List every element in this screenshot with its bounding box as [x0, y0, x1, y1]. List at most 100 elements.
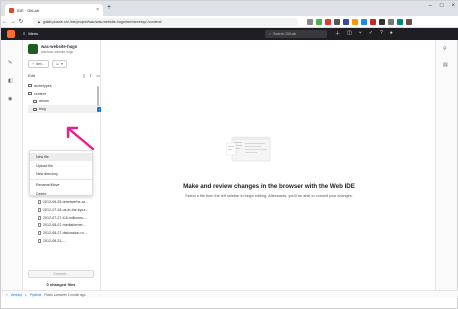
tree-file[interactable]: 2012-08-07-mediaformer...: [28, 222, 102, 230]
new-folder-icon[interactable]: ▭: [96, 73, 100, 78]
address-bar-row: ← → ↻ 🔒︎ gitlab.puzzle.ch/-/ide/project/…: [1, 16, 458, 28]
folder-icon: [33, 99, 37, 103]
new-tab-button[interactable]: +: [107, 4, 111, 11]
tree-folder-archetypes[interactable]: archetypes: [28, 82, 102, 90]
url-text: gitlab.puzzle.ch/-/ide/project/wac/wac-w…: [42, 20, 162, 24]
commit-button[interactable]: Commit...: [28, 270, 94, 278]
extension-icon[interactable]: [370, 19, 376, 25]
extension-icon[interactable]: [316, 19, 322, 25]
branch-icon: ⑂: [6, 292, 8, 297]
tree-file[interactable]: 2012-07-18-us-in-the-bycz...: [28, 206, 102, 214]
project-header[interactable]: wac-website-hugo wac/wac-website-hugo: [28, 44, 77, 54]
preview-icon[interactable]: ▤: [443, 62, 448, 68]
status-branch[interactable]: develop: [11, 293, 22, 297]
help-icon[interactable]: ?: [380, 30, 383, 37]
extension-icon[interactable]: [307, 19, 313, 25]
extension-icon[interactable]: [379, 19, 385, 25]
tree-folder-blog[interactable]: blog ⋮: [28, 105, 102, 114]
extension-icon[interactable]: [361, 19, 367, 25]
file-icon: [38, 231, 41, 236]
tree-file-label: 2012-07-27-6-6-milliones-...: [43, 215, 88, 220]
context-new-file[interactable]: New file: [30, 153, 92, 162]
file-icon: [38, 207, 41, 212]
tree-file[interactable]: 2012-08-31-...: [28, 237, 102, 245]
menu-button[interactable]: ≡ Menu: [23, 31, 38, 36]
edit-mode-icon[interactable]: ✎: [8, 60, 12, 66]
context-rename-move[interactable]: Rename/Move: [30, 181, 92, 189]
status-commit-info: Flavio Loescher 1 month ago: [44, 292, 86, 297]
forward-icon[interactable]: →: [9, 19, 17, 25]
maximize-icon[interactable]: □: [440, 3, 444, 9]
tree-item-label: content: [34, 91, 46, 96]
tree-file[interactable]: 2012-06-25-retreiwerhe-ar...: [28, 198, 102, 206]
status-bar: ⑂ develop ◐ Pipeline Flavio Loescher 1 m…: [1, 290, 458, 298]
extension-icon[interactable]: [388, 19, 394, 25]
merge-request-icon[interactable]: ⑂: [359, 30, 362, 37]
search-input[interactable]: ⌕ Search GitLab: [265, 30, 327, 38]
gitlab-top-nav: ≡ Menu ⌕ Search GitLab ＋ ◫ ⑂ ✓ ? ●: [1, 28, 458, 40]
pipeline-icon[interactable]: ⚲: [443, 46, 447, 52]
activity-bar: ✎ ◧ ◉: [1, 40, 23, 290]
gitlab-logo-icon[interactable]: [7, 30, 15, 38]
project-avatar: [28, 44, 38, 54]
lock-icon: 🔒︎: [38, 20, 40, 24]
search-icon: ⌕: [269, 32, 272, 36]
context-menu: New file Upload file New directory Renam…: [29, 150, 93, 196]
back-icon[interactable]: ←: [1, 19, 9, 25]
tree-item-label: alnum: [39, 99, 49, 104]
commit-icon[interactable]: ◉: [8, 96, 12, 102]
window-controls: – □ ×: [429, 3, 455, 9]
changed-files-count: 0 changed files: [46, 282, 76, 287]
editor-area: Make and review changes in the browser w…: [101, 40, 437, 290]
issues-icon[interactable]: ◫: [347, 30, 352, 37]
user-avatar-icon[interactable]: ●: [390, 30, 393, 37]
pointer-arrow-annotation: [66, 126, 95, 151]
extension-icon[interactable]: [325, 19, 331, 25]
project-subtitle: wac/wac-website-hugo: [41, 50, 74, 54]
status-pipeline[interactable]: Pipeline: [30, 293, 41, 297]
tree-file[interactable]: 2012-08-27-diskussion-ru...: [28, 229, 102, 237]
file-icon: [38, 223, 41, 228]
browser-tab[interactable]: IDE · GitLab ×: [5, 4, 103, 16]
context-new-directory[interactable]: New directory: [30, 170, 92, 178]
context-delete[interactable]: Delete: [30, 190, 92, 198]
extension-icon[interactable]: [343, 19, 349, 25]
folder-open-icon: [28, 92, 32, 96]
reload-icon[interactable]: ↻: [17, 18, 25, 25]
plus-icon[interactable]: ＋: [335, 30, 340, 37]
branch-label: dev...: [36, 62, 45, 66]
folder-icon: [28, 84, 32, 88]
tree-item-label: archetypes: [34, 83, 52, 88]
gitlab-favicon-icon: [9, 7, 14, 13]
tree-file[interactable]: 2012-07-27-6-6-milliones-...: [28, 214, 102, 222]
pipeline-status-icon: ◐: [25, 292, 28, 297]
tab-title: IDE · GitLab: [17, 7, 40, 13]
tree-folder-content[interactable]: content: [28, 90, 102, 98]
minimize-icon[interactable]: –: [429, 3, 432, 9]
search-placeholder: Search GitLab: [273, 32, 296, 36]
web-ide-illustration: [226, 136, 271, 162]
extension-icon[interactable]: [334, 19, 340, 25]
tree-file-label: 2012-08-07-mediaformer...: [43, 223, 86, 228]
close-window-icon[interactable]: ×: [451, 3, 455, 9]
file-actions-dropdown[interactable]: ▭ ▾: [51, 60, 67, 68]
upload-icon[interactable]: ⇪: [89, 73, 92, 78]
chevron-down-icon: ▾: [61, 62, 63, 66]
branch-dropdown[interactable]: ⑂ dev...: [28, 60, 49, 68]
url-field[interactable]: 🔒︎ gitlab.puzzle.ch/-/ide/project/wac/wa…: [33, 18, 298, 26]
extension-icon[interactable]: [397, 19, 403, 25]
profile-avatar-icon[interactable]: [406, 19, 412, 25]
new-file-icon[interactable]: ▯: [83, 73, 85, 78]
menu-divider: [30, 179, 92, 181]
review-icon[interactable]: ◧: [8, 78, 13, 84]
context-upload-file[interactable]: Upload file: [30, 161, 92, 169]
sidebar-scrollbar[interactable]: [97, 86, 99, 106]
todo-icon[interactable]: ✓: [369, 30, 373, 37]
extension-icon[interactable]: [352, 19, 358, 25]
tree-file-label: 2012-08-31-...: [43, 239, 66, 244]
tree-folder-alnum[interactable]: alnum: [28, 98, 102, 106]
close-tab-icon[interactable]: ×: [96, 7, 99, 13]
browser-window: IDE · GitLab × + – □ × ← → ↻ 🔒︎ gitlab.p…: [0, 0, 458, 309]
edit-toolbar: Edit ▯ ⇪ ▭: [28, 73, 100, 78]
tree-item-label: blog: [39, 107, 46, 112]
